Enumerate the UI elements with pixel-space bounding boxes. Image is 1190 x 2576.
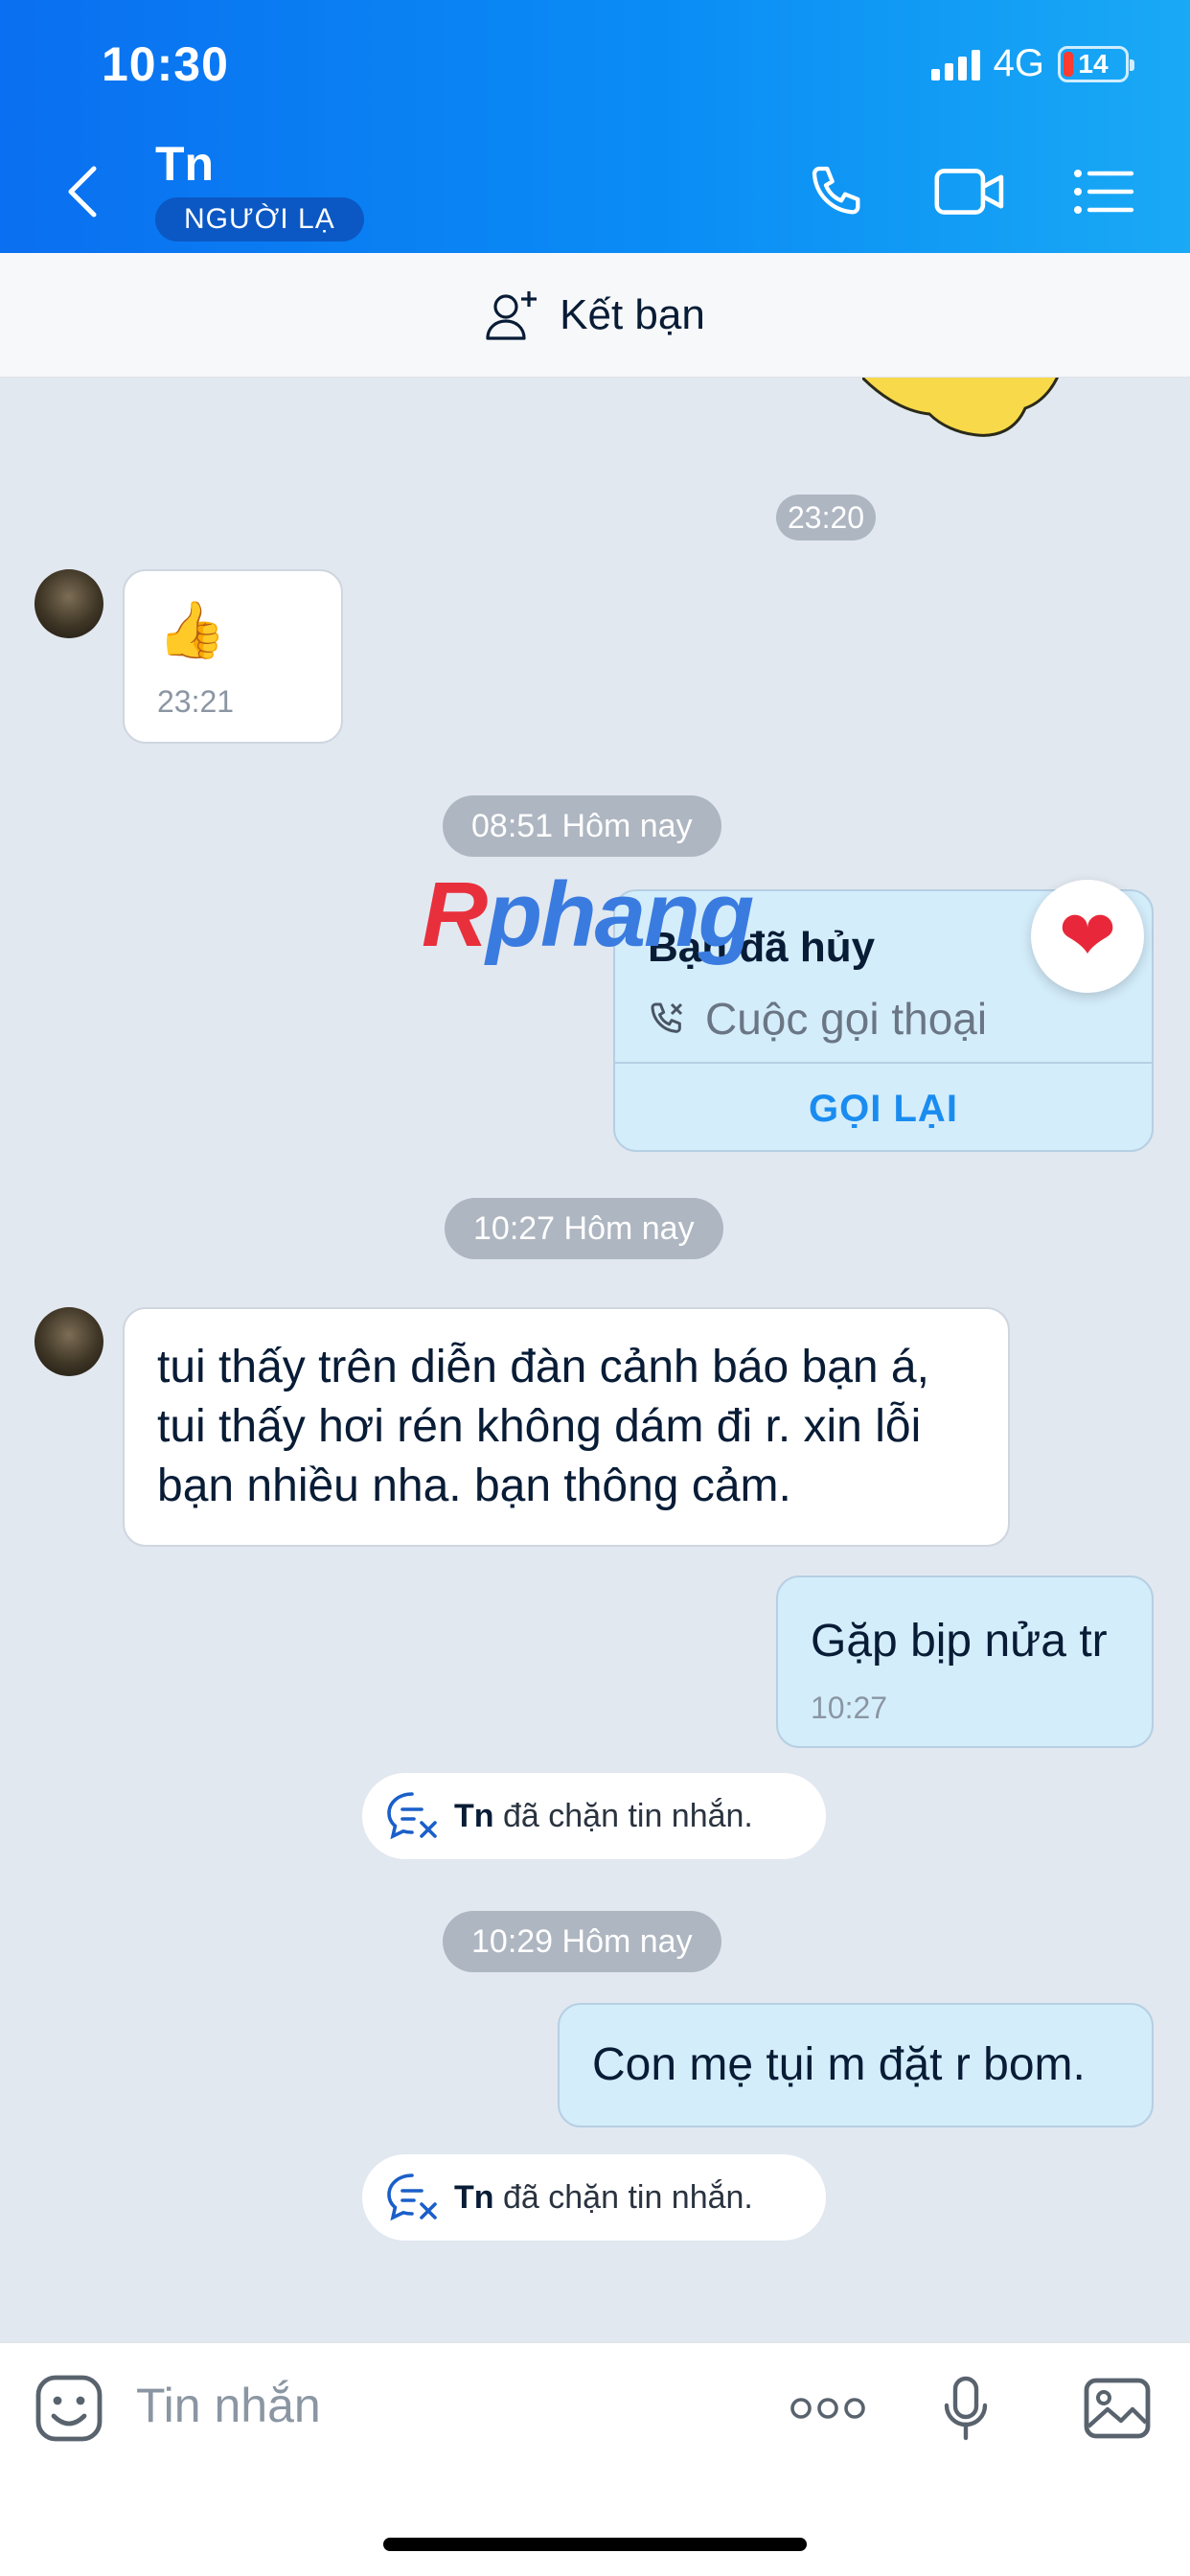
time-divider: 10:29 Hôm nay (443, 1911, 721, 1972)
video-call-button[interactable] (931, 153, 1008, 230)
stranger-badge: NGƯỜI LẠ (155, 197, 364, 242)
back-icon (68, 166, 97, 218)
chat-header: 10:30 4G 14 Tn NGƯỜI LẠ (0, 0, 1190, 253)
avatar[interactable] (34, 569, 103, 638)
status-indicators: 4G 14 (930, 42, 1134, 85)
status-time: 10:30 (102, 37, 229, 91)
blocked-text: đã chặn tin nhắn. (503, 2178, 753, 2216)
message-text: Con mẹ tụi m đặt r bom. (592, 2039, 1086, 2090)
message-time: 10:27 (811, 1690, 888, 1725)
sticker-icon (35, 2375, 103, 2442)
call-back-button[interactable]: GỌI LẠI (615, 1064, 1152, 1150)
add-person-icon (486, 290, 538, 340)
message-text-line: tui thấy hơi rén không dám đi r. xin lỗi (157, 1401, 922, 1452)
blocked-chat-icon (387, 1792, 437, 1840)
thumbs-up-emoji: 👍 (157, 599, 227, 661)
message-text-line: bạn nhiều nha. bạn thông cảm. (157, 1460, 791, 1511)
outgoing-message-bubble[interactable]: Gặp bịp nửa tr 10:27 (776, 1576, 1154, 1748)
blocked-notice: Tn đã chặn tin nhắn. (362, 2154, 826, 2241)
voice-message-button[interactable] (927, 2370, 1004, 2447)
message-input[interactable]: Tin nhắn (136, 2378, 321, 2433)
battery-level: 14 (1078, 48, 1109, 79)
time-divider: 08:51 Hôm nay (443, 795, 721, 857)
blocked-text: đã chặn tin nhắn. (503, 1797, 753, 1834)
video-call-icon (934, 169, 1004, 215)
message-text-line: tui thấy trên diễn đàn cảnh báo bạn á, (157, 1342, 929, 1392)
microphone-icon (944, 2376, 988, 2441)
menu-button[interactable] (1065, 153, 1142, 230)
message-time: 23:21 (157, 684, 235, 719)
signal-icon (930, 48, 980, 80)
call-type: Cuộc gọi thoại (705, 994, 988, 1044)
time-divider: 10:27 Hôm nay (445, 1198, 723, 1259)
image-button[interactable] (1079, 2370, 1156, 2447)
voice-call-button[interactable] (799, 153, 876, 230)
add-friend-button[interactable]: Kết bạn (0, 253, 1190, 378)
missed-call-icon (651, 1002, 683, 1033)
more-icon (790, 2398, 865, 2419)
message-text: Gặp bịp nửa tr (811, 1616, 1108, 1667)
heart-icon: ❤ (1058, 898, 1117, 975)
time-divider: 23:20 (776, 494, 877, 540)
battery-icon: 14 (1058, 45, 1134, 82)
sticker-button[interactable] (31, 2370, 107, 2447)
sticker-image (862, 378, 1059, 437)
outgoing-message-bubble[interactable]: Con mẹ tụi m đặt r bom. (558, 2003, 1154, 2128)
back-button[interactable] (57, 153, 107, 230)
watermark-logo: Rphang (422, 863, 754, 966)
menu-list-icon (1074, 170, 1134, 214)
incoming-message-bubble[interactable]: tui thấy trên diễn đàn cảnh báo bạn á, t… (123, 1307, 1010, 1547)
contact-name[interactable]: Tn (155, 136, 214, 192)
more-button[interactable] (790, 2370, 866, 2447)
network-type: 4G (993, 42, 1044, 84)
image-icon (1084, 2378, 1151, 2439)
heart-reaction[interactable]: ❤ (1031, 880, 1144, 993)
home-indicator (383, 2538, 807, 2551)
message-list[interactable]: 23:20 👍 23:21 08:51 Hôm nay Bạn đã hủy C… (0, 378, 1190, 2342)
avatar[interactable] (34, 1307, 103, 1376)
add-friend-label: Kết bạn (560, 290, 705, 338)
blocked-chat-icon (387, 2174, 437, 2221)
incoming-message-bubble[interactable]: 👍 23:21 (123, 569, 343, 744)
blocker-name: Tn (454, 2178, 494, 2216)
blocker-name: Tn (454, 1797, 494, 1834)
blocked-notice: Tn đã chặn tin nhắn. (362, 1773, 826, 1859)
phone-icon (812, 166, 860, 215)
